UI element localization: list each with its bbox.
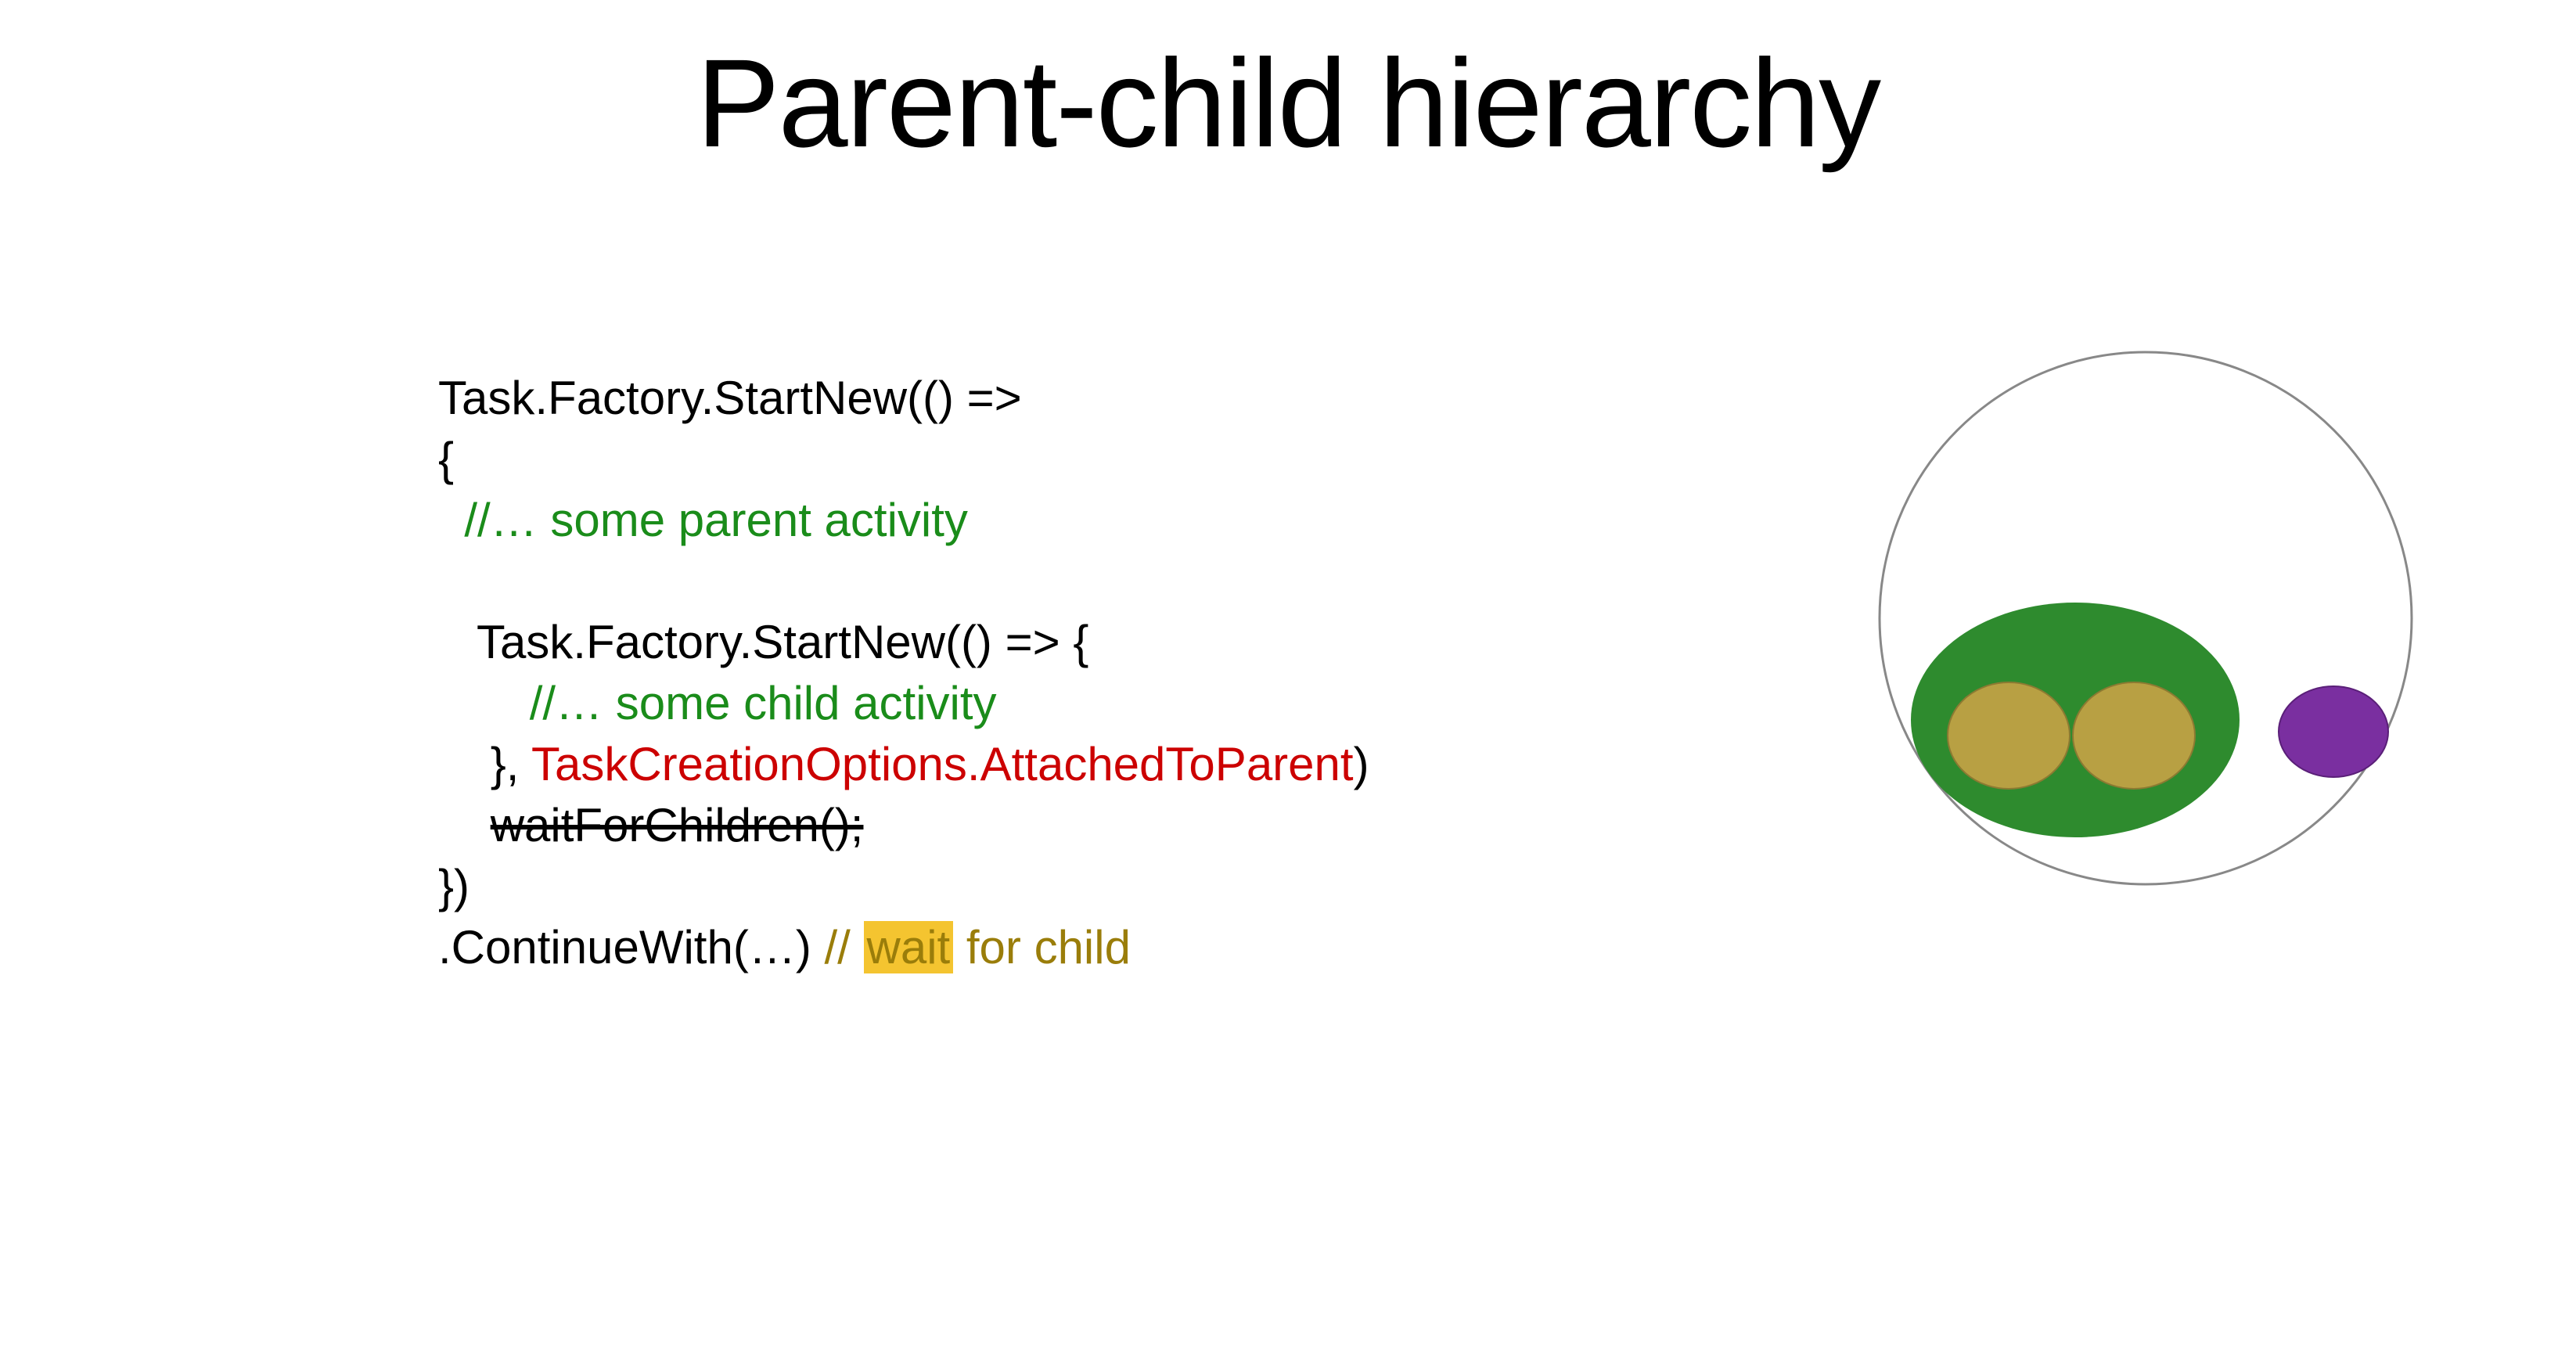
code-line-8: waitForChildren(); [438, 795, 1369, 856]
task-creation-options: TaskCreationOptions.AttachedToParent [531, 738, 1354, 790]
code-line-9: }) [438, 856, 1369, 917]
code-line-5: Task.Factory.StartNew(() => { [438, 612, 1369, 673]
gold-ellipse-left-icon [1948, 682, 2070, 789]
highlighted-wait: wait [864, 921, 954, 973]
purple-ellipse-icon [2279, 686, 2388, 777]
strikethrough-wait: waitForChildren(); [491, 799, 864, 851]
code-line-6: //… some child activity [438, 673, 1369, 734]
code-line-4 [438, 551, 1369, 612]
code-line-2: { [438, 429, 1369, 490]
code-block: Task.Factory.StartNew(() => { //… some p… [438, 368, 1369, 978]
gold-ellipse-right-icon [2073, 682, 2195, 789]
hierarchy-diagram [1833, 344, 2459, 896]
slide-title: Parent-child hierarchy [0, 31, 2576, 175]
wait-comment: // wait for child [824, 921, 1130, 973]
code-line-7: }, TaskCreationOptions.AttachedToParent) [438, 734, 1369, 795]
code-line-10: .ContinueWith(…) // wait for child [438, 917, 1369, 978]
code-line-1: Task.Factory.StartNew(() => [438, 368, 1369, 429]
code-line-3: //… some parent activity [438, 490, 1369, 551]
comment-child-activity: //… some child activity [530, 677, 997, 729]
comment-parent-activity: //… some parent activity [464, 494, 968, 546]
